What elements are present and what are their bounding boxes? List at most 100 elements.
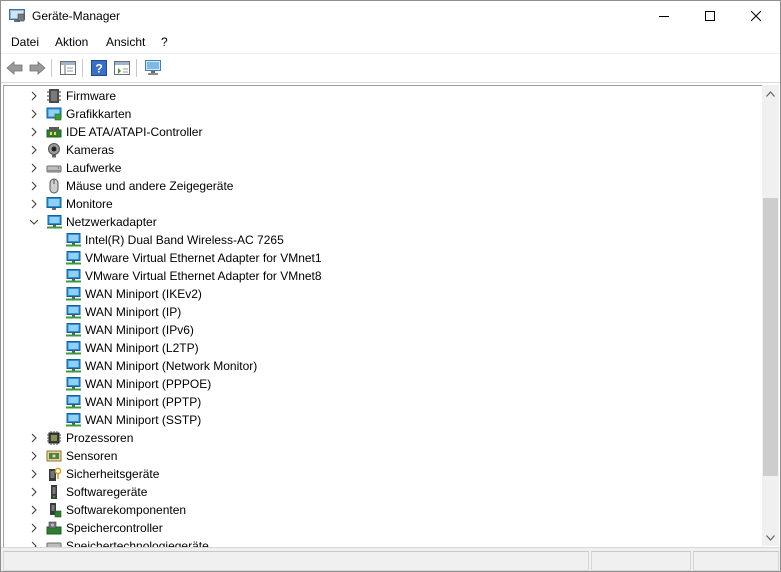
tree-category[interactable]: Sicherheitsgeräte (4, 465, 760, 483)
menu-view[interactable]: Ansicht (106, 35, 145, 49)
properties-view-icon (60, 61, 76, 75)
tree-device[interactable]: VMware Virtual Ethernet Adapter for VMne… (4, 249, 760, 267)
tree-device[interactable]: WAN Miniport (IP) (4, 303, 760, 321)
device-tree[interactable]: Firmware Grafikkarten IDE ATA/ATAPI-Contro… (3, 85, 762, 547)
tree-category[interactable]: Firmware (4, 87, 760, 105)
toolbar-separator (82, 59, 83, 77)
expander-collapsed[interactable] (29, 127, 39, 137)
tree-category[interactable]: Speichertechnologiegeräte (4, 537, 760, 547)
menu-file[interactable]: Datei (11, 35, 39, 49)
back-button[interactable] (5, 58, 25, 78)
network-adapter-icon (47, 215, 62, 229)
tree-category[interactable]: Mäuse und andere Zeigegeräte (4, 177, 760, 195)
network-adapter-icon (66, 323, 81, 337)
vertical-scrollbar[interactable] (762, 85, 779, 546)
chevron-right-icon (31, 127, 37, 137)
status-pane-main (3, 551, 589, 571)
expander-collapsed[interactable] (29, 469, 39, 479)
expander-collapsed[interactable] (29, 487, 39, 497)
firmware-icon (47, 89, 61, 103)
toolbar-separator (136, 59, 137, 77)
menu-bar: Datei Aktion Ansicht ? (1, 32, 780, 52)
menu-help[interactable]: ? (161, 35, 168, 49)
help-icon: ? (91, 60, 107, 76)
tree-device[interactable]: WAN Miniport (PPPOE) (4, 375, 760, 393)
chevron-right-icon (31, 487, 37, 497)
network-adapter-icon (66, 359, 81, 373)
menu-action[interactable]: Aktion (55, 35, 88, 49)
expander-collapsed[interactable] (29, 451, 39, 461)
help-button[interactable]: ? (89, 58, 109, 78)
chevron-right-icon (31, 199, 37, 209)
chevron-right-icon (31, 109, 37, 119)
tree-item-label: IDE ATA/ATAPI-Controller (66, 125, 203, 139)
tree-device[interactable]: WAN Miniport (IKEv2) (4, 285, 760, 303)
expander-collapsed[interactable] (29, 145, 39, 155)
tree-category[interactable]: IDE ATA/ATAPI-Controller (4, 123, 760, 141)
status-pane-2 (591, 551, 691, 571)
tree-category[interactable]: Kameras (4, 141, 760, 159)
chevron-right-icon (31, 433, 37, 443)
close-button[interactable] (733, 1, 779, 31)
scan-hardware-button[interactable] (143, 58, 163, 78)
tree-category[interactable]: Netzwerkadapter (4, 213, 760, 231)
title-bar[interactable]: Geräte-Manager (1, 1, 780, 31)
network-adapter-icon (66, 395, 81, 409)
tree-item-label: Intel(R) Dual Band Wireless-AC 7265 (85, 233, 284, 247)
show-hide-console-tree-button[interactable] (58, 58, 78, 78)
network-adapter-icon (66, 287, 81, 301)
tree-category[interactable]: Grafikkarten (4, 105, 760, 123)
tree-item-label: Laufwerke (66, 161, 122, 175)
tree-device[interactable]: Intel(R) Dual Band Wireless-AC 7265 (4, 231, 760, 249)
svg-text:?: ? (95, 62, 102, 76)
expander-collapsed[interactable] (29, 199, 39, 209)
network-adapter-icon (66, 413, 81, 427)
tree-item-label: WAN Miniport (SSTP) (85, 413, 202, 427)
forward-button[interactable] (27, 58, 47, 78)
expander-collapsed[interactable] (29, 91, 39, 101)
monitor-icon (46, 197, 62, 210)
tree-category[interactable]: Softwaregeräte (4, 483, 760, 501)
expander-expanded[interactable] (29, 217, 39, 227)
tree-device[interactable]: WAN Miniport (Network Monitor) (4, 357, 760, 375)
tree-category[interactable]: Laufwerke (4, 159, 760, 177)
tree-category[interactable]: Softwarekomponenten (4, 501, 760, 519)
network-adapter-icon (66, 305, 81, 319)
processor-icon (47, 431, 61, 445)
chevron-down-icon (766, 534, 775, 541)
expander-collapsed[interactable] (29, 433, 39, 443)
expander-collapsed[interactable] (29, 163, 39, 173)
tree-item-label: WAN Miniport (IPv6) (85, 323, 194, 337)
minimize-button[interactable] (641, 1, 687, 31)
chevron-right-icon (31, 181, 37, 191)
tree-item-label: WAN Miniport (L2TP) (85, 341, 199, 355)
scroll-down-button[interactable] (762, 529, 779, 546)
chevron-right-icon (31, 523, 37, 533)
tree-device[interactable]: WAN Miniport (SSTP) (4, 411, 760, 429)
tree-item-label: WAN Miniport (Network Monitor) (85, 359, 258, 373)
tree-device[interactable]: VMware Virtual Ethernet Adapter for VMne… (4, 267, 760, 285)
tree-category[interactable]: Prozessoren (4, 429, 760, 447)
tree-device[interactable]: WAN Miniport (IPv6) (4, 321, 760, 339)
tree-category[interactable]: Monitore (4, 195, 760, 213)
chevron-down-icon (29, 219, 39, 225)
back-arrow-icon (6, 61, 23, 75)
update-driver-button[interactable] (112, 58, 132, 78)
expander-collapsed[interactable] (29, 523, 39, 533)
expander-collapsed[interactable] (29, 181, 39, 191)
expander-collapsed[interactable] (29, 505, 39, 515)
device-manager-app-icon (9, 9, 25, 22)
tree-device[interactable]: WAN Miniport (L2TP) (4, 339, 760, 357)
tree-category[interactable]: Speichercontroller (4, 519, 760, 537)
chevron-right-icon (31, 469, 37, 479)
tree-item-label: Prozessoren (66, 431, 134, 445)
maximize-button[interactable] (687, 1, 733, 31)
network-adapter-icon (66, 269, 81, 283)
ide-controller-icon (46, 127, 62, 138)
scroll-up-button[interactable] (762, 85, 779, 102)
chevron-right-icon (31, 145, 37, 155)
expander-collapsed[interactable] (29, 109, 39, 119)
tree-device[interactable]: WAN Miniport (PPTP) (4, 393, 760, 411)
scroll-thumb[interactable] (763, 198, 778, 476)
tree-category[interactable]: Sensoren (4, 447, 760, 465)
